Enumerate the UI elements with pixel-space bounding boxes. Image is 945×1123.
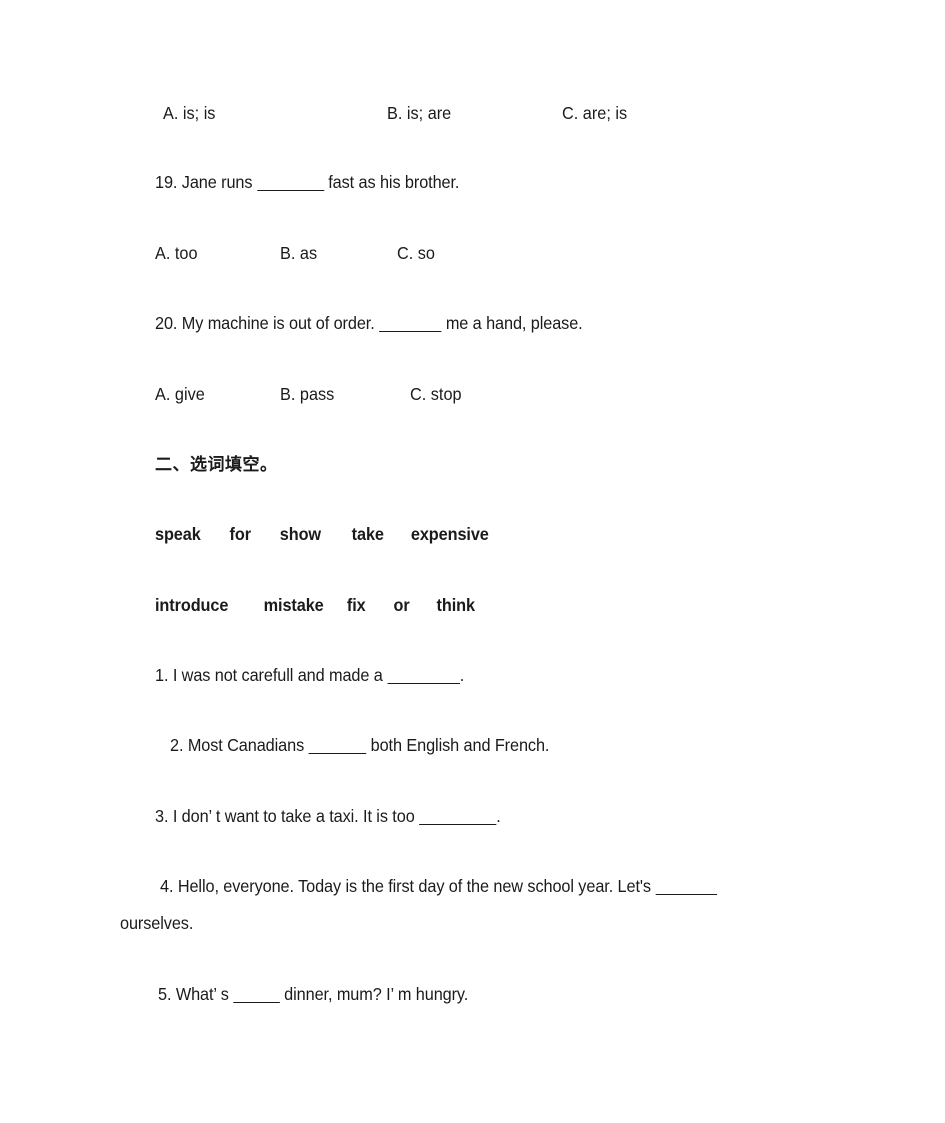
item-5-text-after: dinner, mum? I’ m hungry. bbox=[279, 984, 469, 1004]
section-two-heading: 二、选词填空。 bbox=[155, 455, 278, 475]
question-20-stem: 20. My machine is out of order. me a han… bbox=[155, 313, 583, 333]
word-bank-item: expensive bbox=[410, 524, 489, 544]
fill-item-4-wrap: ourselves. bbox=[120, 913, 194, 933]
word-bank-item: think bbox=[436, 595, 476, 615]
item-1-blank[interactable] bbox=[387, 670, 460, 684]
question-19-stem: 19. Jane runs fast as his brother. bbox=[155, 172, 459, 192]
item-2-text-before: 2. Most Canadians bbox=[170, 735, 309, 755]
item-2-text-after: both English and French. bbox=[366, 735, 550, 755]
word-bank-item: take bbox=[351, 524, 384, 544]
word-bank-item: speak bbox=[155, 524, 201, 544]
fill-item-1: 1. I was not carefull and made a . bbox=[155, 665, 464, 685]
q20-stem-after: me a hand, please. bbox=[441, 313, 583, 333]
item-4-blank[interactable] bbox=[655, 881, 717, 895]
fill-item-5: 5. What’ s dinner, mum? I’ m hungry. bbox=[158, 984, 468, 1004]
word-bank-item: or bbox=[393, 595, 410, 615]
q19-option-c: C. so bbox=[397, 243, 435, 263]
word-bank-item: introduce bbox=[155, 595, 229, 615]
item-1-text-before: 1. I was not carefull and made a bbox=[155, 665, 388, 685]
item-3-blank[interactable] bbox=[419, 811, 497, 825]
word-bank-row-1: speak for show take expensive bbox=[155, 524, 489, 544]
q20-option-b: B. pass bbox=[280, 384, 335, 404]
q19-stem-before: 19. Jane runs bbox=[155, 172, 257, 192]
item-4-text-before: 4. Hello, everyone. Today is the first d… bbox=[160, 876, 656, 896]
q19-stem-after: fast as his brother. bbox=[323, 172, 460, 192]
word-bank-item: fix bbox=[346, 595, 366, 615]
q18-option-c: C. are; is bbox=[562, 103, 628, 123]
word-bank-row-2: introduce mistake fix or think bbox=[155, 595, 475, 615]
document-page: A. is; is B. is; are C. are; is 19. Jane… bbox=[0, 0, 945, 1123]
q20-option-a: A. give bbox=[155, 384, 205, 404]
q19-blank[interactable] bbox=[256, 177, 324, 191]
q20-option-c: C. stop bbox=[410, 384, 462, 404]
q19-option-b: B. as bbox=[280, 243, 318, 263]
item-2-blank[interactable] bbox=[308, 740, 367, 754]
q19-option-a: A. too bbox=[155, 243, 198, 263]
item-5-text-before: 5. What’ s bbox=[158, 984, 234, 1004]
item-5-blank[interactable] bbox=[233, 989, 280, 1003]
q20-stem-before: 20. My machine is out of order. bbox=[155, 313, 380, 333]
q20-blank[interactable] bbox=[379, 318, 442, 332]
word-bank-item: mistake bbox=[263, 595, 324, 615]
item-3-text-after: . bbox=[496, 806, 501, 826]
item-3-text-before: 3. I don’ t want to take a taxi. It is t… bbox=[155, 806, 420, 826]
fill-item-2: 2. Most Canadians both English and Frenc… bbox=[170, 735, 549, 755]
fill-item-3: 3. I don’ t want to take a taxi. It is t… bbox=[155, 806, 501, 826]
fill-item-4: 4. Hello, everyone. Today is the first d… bbox=[160, 876, 717, 896]
word-bank-item: show bbox=[279, 524, 321, 544]
q18-option-a: A. is; is bbox=[163, 103, 216, 123]
item-1-text-after: . bbox=[459, 665, 465, 685]
word-bank-item: for bbox=[229, 524, 252, 544]
q18-option-b: B. is; are bbox=[387, 103, 452, 123]
